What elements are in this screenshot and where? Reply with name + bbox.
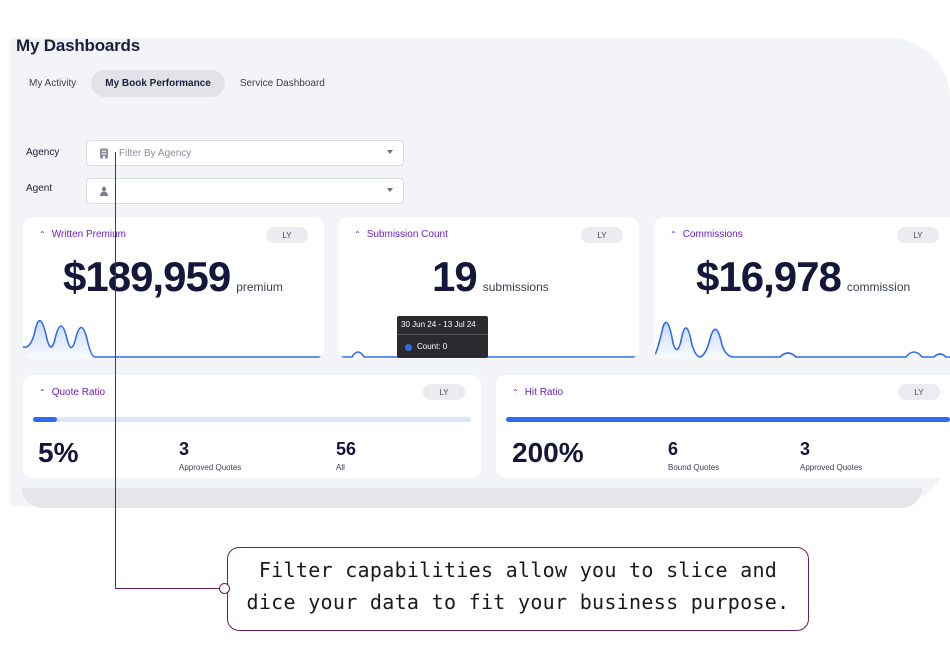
written-premium-value: $189,959 bbox=[63, 253, 231, 300]
agency-filter-placeholder: Filter By Agency bbox=[119, 147, 192, 159]
agency-filter-select[interactable]: Filter By Agency bbox=[86, 140, 404, 166]
ly-toggle[interactable]: LY bbox=[266, 227, 308, 243]
approved-quotes-label: Approved Quotes bbox=[800, 463, 863, 472]
chevron-up-icon: ⌃ bbox=[39, 388, 46, 397]
chevron-down-icon bbox=[387, 188, 393, 192]
commissions-sparkline bbox=[654, 321, 950, 359]
quote-ratio-card: ⌃ Quote Ratio LY 5% 3 Approved Quotes 56… bbox=[23, 375, 481, 478]
commissions-title: Commissions bbox=[682, 229, 743, 240]
written-premium-unit: premium bbox=[236, 280, 283, 294]
card-title[interactable]: ⌃ Written Premium bbox=[39, 229, 126, 240]
tooltip-count: Count: 0 bbox=[417, 342, 448, 351]
quote-ratio-title: Quote Ratio bbox=[51, 387, 106, 398]
ly-toggle[interactable]: LY bbox=[423, 384, 465, 400]
hit-ratio-value: 200% bbox=[512, 437, 584, 468]
commissions-unit: commission bbox=[846, 280, 911, 294]
submission-count-unit: submissions bbox=[482, 280, 549, 294]
hit-ratio-progress-fill bbox=[506, 417, 950, 422]
written-premium-value-group: $189,959 premium bbox=[63, 253, 283, 301]
tab-my-book-performance[interactable]: My Book Performance bbox=[91, 70, 225, 97]
submission-count-value-group: 19 submissions bbox=[432, 253, 549, 301]
card-title[interactable]: ⌃ Submission Count bbox=[354, 229, 448, 240]
quote-ratio-progress-track bbox=[33, 417, 471, 422]
bound-quotes-value: 6 bbox=[668, 439, 679, 459]
building-icon bbox=[97, 146, 111, 160]
submission-count-sparkline bbox=[338, 351, 639, 358]
callout-connector-horizontal bbox=[115, 588, 219, 589]
series-dot-icon bbox=[405, 344, 412, 351]
ly-toggle[interactable]: LY bbox=[898, 384, 940, 400]
chevron-up-icon: ⌃ bbox=[670, 230, 677, 239]
commissions-value-group: $16,978 commission bbox=[696, 253, 910, 301]
dashboard-tabs: My Activity My Book Performance Service … bbox=[18, 70, 336, 97]
agent-label: Agent bbox=[26, 183, 53, 194]
person-icon bbox=[97, 184, 111, 198]
ly-toggle[interactable]: LY bbox=[897, 227, 939, 243]
card-title[interactable]: ⌃ Hit Ratio bbox=[512, 387, 563, 398]
callout-connector-vertical bbox=[115, 152, 116, 588]
callout-line-2: dice your data to fit your business purp… bbox=[246, 590, 790, 614]
bound-quotes-label: Bound Quotes bbox=[668, 463, 720, 472]
callout-box: Filter capabilities allow you to slice a… bbox=[227, 547, 809, 631]
tab-my-activity[interactable]: My Activity bbox=[18, 70, 87, 97]
approved-quotes-value: 3 bbox=[179, 439, 190, 459]
tooltip-date-range: 30 Jun 24 - 13 Jul 24 bbox=[401, 320, 476, 329]
ly-toggle[interactable]: LY bbox=[581, 227, 623, 243]
written-premium-sparkline bbox=[23, 320, 324, 359]
quote-ratio-progress-fill bbox=[33, 417, 57, 422]
chart-tooltip: 30 Jun 24 - 13 Jul 24 Count: 0 bbox=[397, 316, 488, 358]
written-premium-card: ⌃ Written Premium LY $189,959 premium bbox=[23, 217, 324, 359]
all-quotes-label: All bbox=[336, 463, 345, 472]
all-quotes-value: 56 bbox=[336, 439, 357, 459]
hit-ratio-title: Hit Ratio bbox=[524, 387, 564, 398]
page-title: My Dashboards bbox=[16, 36, 140, 55]
agent-filter-select[interactable] bbox=[86, 178, 404, 204]
chevron-up-icon: ⌃ bbox=[512, 388, 519, 397]
agency-label: Agency bbox=[26, 147, 60, 158]
commissions-value: $16,978 bbox=[696, 253, 842, 300]
submission-count-value: 19 bbox=[432, 253, 478, 300]
callout-line-1: Filter capabilities allow you to slice a… bbox=[258, 558, 778, 582]
tab-service-dashboard[interactable]: Service Dashboard bbox=[229, 70, 336, 97]
quote-ratio-value: 5% bbox=[38, 437, 79, 468]
callout-anchor-dot bbox=[219, 583, 230, 594]
hit-ratio-card: ⌃ Hit Ratio LY 200% 6 Bound Quotes 3 App… bbox=[496, 375, 950, 478]
approved-quotes-value: 3 bbox=[800, 439, 811, 459]
approved-quotes-label: Approved Quotes bbox=[179, 463, 242, 472]
tooltip-divider bbox=[397, 334, 488, 335]
submission-count-title: Submission Count bbox=[366, 229, 448, 240]
chevron-up-icon: ⌃ bbox=[39, 230, 46, 239]
card-title[interactable]: ⌃ Commissions bbox=[670, 229, 743, 240]
commissions-card: ⌃ Commissions LY $16,978 commission bbox=[654, 217, 950, 359]
panel-shadow bbox=[22, 488, 922, 508]
chevron-down-icon bbox=[387, 150, 393, 154]
chevron-up-icon: ⌃ bbox=[354, 230, 361, 239]
card-title[interactable]: ⌃ Quote Ratio bbox=[39, 387, 105, 398]
submission-count-card: ⌃ Submission Count LY 19 submissions bbox=[338, 217, 639, 359]
